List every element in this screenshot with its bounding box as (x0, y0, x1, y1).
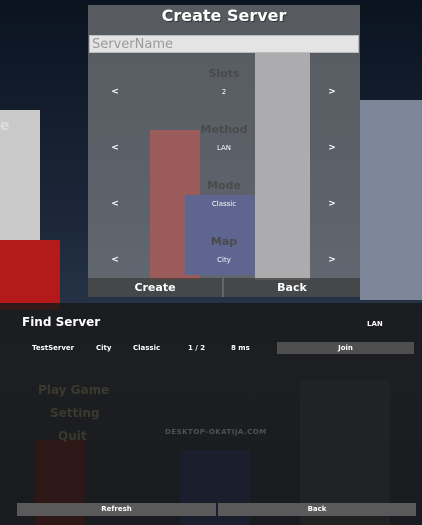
create-server-title: Create Server (161, 6, 287, 25)
server-ping: 8 ms (231, 344, 250, 352)
create-button[interactable]: Create (88, 278, 222, 297)
refresh-button[interactable]: Refresh (17, 503, 216, 516)
slots-label: Slots (208, 67, 240, 80)
menu-setting: Setting (50, 406, 100, 420)
create-back-button[interactable]: Back (224, 278, 360, 297)
map-value: City (217, 256, 231, 264)
edge-letter: e (0, 118, 10, 134)
menu-play-game: Play Game (38, 383, 110, 397)
watermark: DESKTOP-OKATIJA.COM (165, 428, 267, 436)
mode-label: Mode (207, 179, 241, 192)
method-value: LAN (216, 144, 232, 152)
method-label: Method (200, 123, 248, 136)
server-map: City (96, 344, 112, 352)
server-name-input[interactable] (89, 35, 359, 53)
find-filter-label: LAN (367, 320, 383, 328)
mode-next-button[interactable]: > (326, 199, 338, 209)
join-button[interactable]: Join (277, 342, 414, 354)
find-server-title: Find Server (22, 315, 101, 329)
building (360, 100, 422, 300)
server-mode: Classic (133, 344, 161, 352)
find-back-button[interactable]: Back (218, 503, 416, 516)
method-next-button[interactable]: > (326, 143, 338, 153)
slots-value: 2 (221, 88, 227, 96)
map-next-button[interactable]: > (326, 255, 338, 265)
slots-next-button[interactable]: > (326, 87, 338, 97)
building (0, 240, 60, 310)
map-label: Map (210, 235, 238, 248)
server-players: 1 / 2 (188, 344, 206, 352)
menu-quit: Quit (58, 429, 87, 443)
mode-value: Classic (211, 200, 237, 208)
server-name: TestServer (32, 344, 75, 352)
